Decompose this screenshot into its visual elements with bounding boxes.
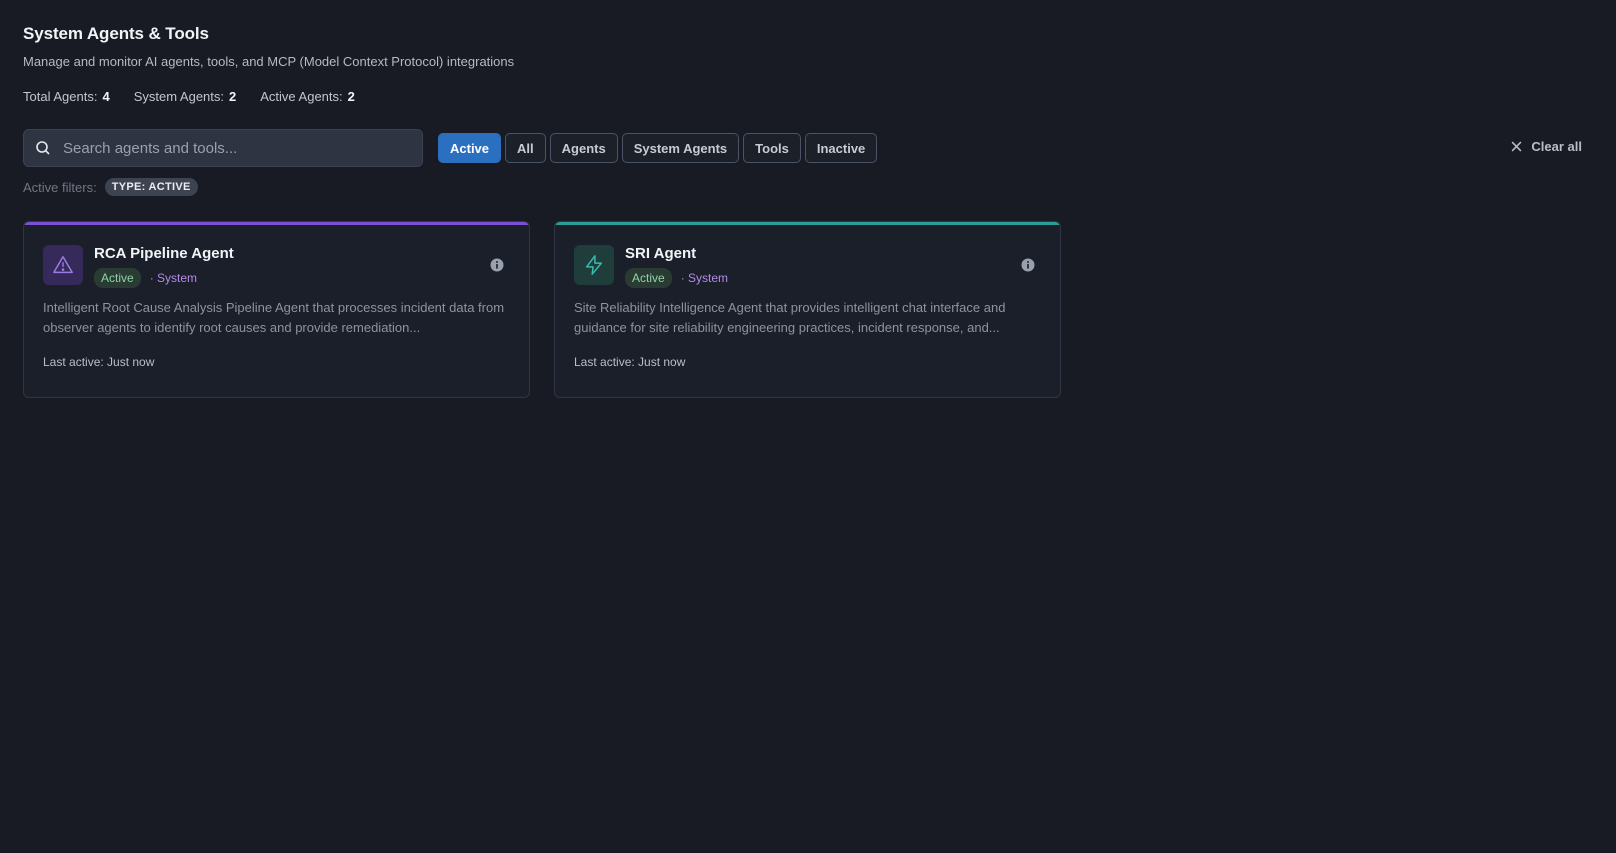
agent-grid: RCA Pipeline Agent Active · System Intel…: [23, 221, 1061, 398]
agent-meta: Active · System: [625, 268, 728, 288]
status-badge: Active: [94, 268, 141, 288]
info-icon[interactable]: [1021, 258, 1035, 272]
filter-tag[interactable]: TYPE: ACTIVE: [104, 178, 198, 196]
last-active: Last active: Just now: [574, 355, 686, 369]
card-accent-bar: [24, 222, 529, 225]
agent-icon: [574, 245, 614, 285]
filter-inactive[interactable]: Inactive: [804, 133, 878, 163]
agent-card[interactable]: RCA Pipeline Agent Active · System Intel…: [23, 221, 530, 398]
clear-all-button[interactable]: Clear all: [1511, 139, 1582, 154]
page-subtitle: Manage and monitor AI agents, tools, and…: [23, 54, 515, 69]
active-filters-label: Active filters:: [23, 179, 97, 195]
status-badge: Active: [625, 268, 672, 288]
search-icon: [36, 141, 50, 155]
filter-tools[interactable]: Tools: [743, 133, 801, 163]
agent-icon: [43, 245, 83, 285]
stat-label: System Agents:: [133, 89, 225, 104]
stat-value: 2: [347, 89, 355, 104]
stat-label: Total Agents:: [23, 89, 98, 104]
page-title: System Agents & Tools: [23, 24, 209, 43]
info-icon[interactable]: [490, 258, 504, 272]
lightning-bolt-icon: [585, 255, 603, 275]
agent-name: SRI Agent: [625, 245, 697, 262]
agent-category: · System: [680, 271, 729, 285]
filter-system-agents[interactable]: System Agents: [621, 133, 740, 163]
agent-name: RCA Pipeline Agent: [94, 245, 234, 262]
filter-active[interactable]: Active: [438, 133, 502, 163]
filter-agents[interactable]: Agents: [549, 133, 618, 163]
stats-row: Total Agents: 4 System Agents: 2 Active Ag…: [23, 89, 355, 104]
agent-description: Site Reliability Intelligence Agent that…: [574, 300, 1006, 335]
last-active: Last active: Just now: [43, 355, 155, 369]
search-input[interactable]: [63, 139, 383, 157]
stat-system-agents: System Agents: 2: [134, 89, 237, 104]
clear-all-label: Clear all: [1531, 139, 1582, 154]
active-filters: Active filters: TYPE: ACTIVE: [23, 178, 198, 196]
stat-total-agents: Total Agents: 4: [23, 89, 110, 104]
agent-description: Intelligent Root Cause Analysis Pipeline…: [43, 300, 505, 335]
filter-all[interactable]: All: [505, 133, 546, 163]
agent-category: · System: [149, 271, 198, 285]
stat-value: 2: [229, 89, 237, 104]
stat-active-agents: Active Agents: 2: [260, 89, 355, 104]
stat-label: Active Agents:: [260, 89, 343, 104]
filter-chips: Active All Agents System Agents Tools In…: [438, 133, 878, 163]
agents-page: System Agents & Tools Manage and monitor…: [0, 0, 1616, 853]
warning-triangle-icon: [53, 256, 73, 274]
card-accent-bar: [555, 222, 1060, 225]
agent-meta: Active · System: [94, 268, 197, 288]
agent-card[interactable]: SRI Agent Active · System Site Reliabili…: [554, 221, 1061, 398]
close-icon: [1511, 141, 1522, 152]
search-box[interactable]: [23, 129, 423, 167]
stat-value: 4: [102, 89, 110, 104]
